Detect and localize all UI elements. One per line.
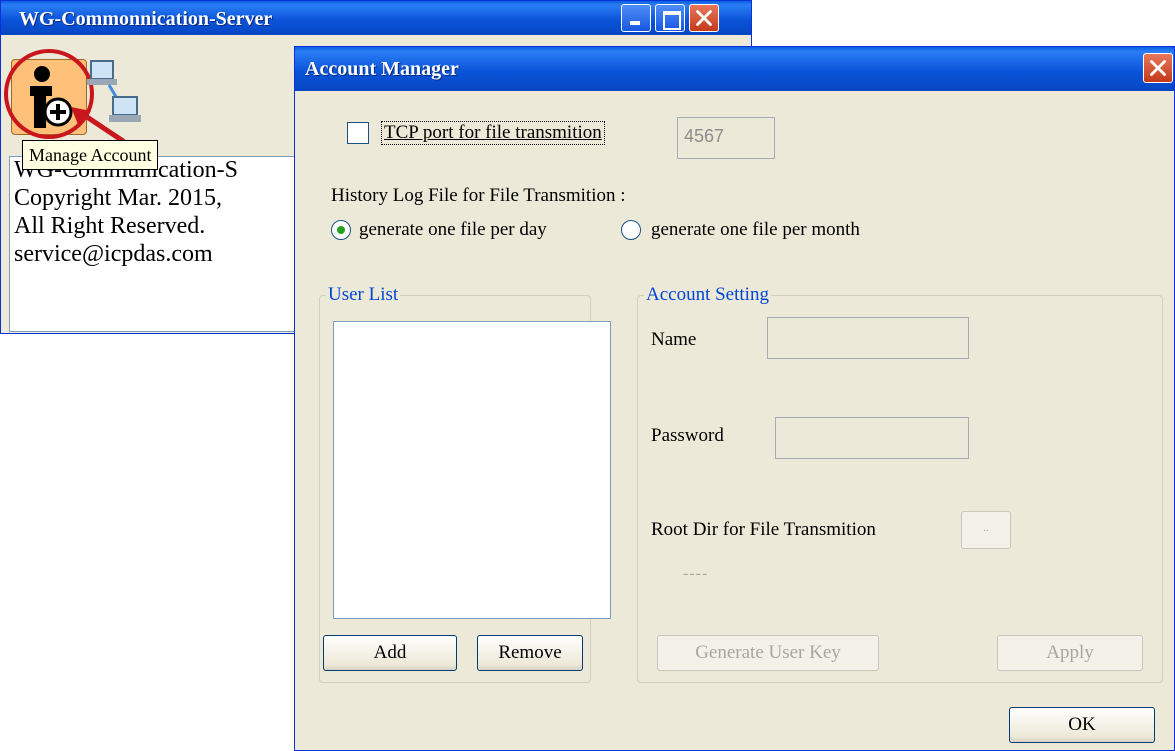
user-list-legend: User List <box>326 284 401 306</box>
dialog-titlebar[interactable]: Account Manager <box>295 47 1174 91</box>
radio-per-month[interactable] <box>621 220 641 240</box>
remove-button[interactable]: Remove <box>477 635 583 671</box>
apply-button[interactable]: Apply <box>997 635 1143 671</box>
name-label: Name <box>651 329 697 350</box>
info-line: Copyright Mar. 2015, <box>14 185 222 211</box>
tcp-port-input[interactable]: 4567 <box>677 117 775 159</box>
account-manager-dialog: Account Manager TCP port for file transm… <box>294 46 1175 751</box>
close-icon[interactable] <box>1143 53 1173 83</box>
main-window-title: WG-Commonnication-Server <box>19 8 273 30</box>
info-line: All Right Reserved. <box>14 213 206 239</box>
account-setting-legend: Account Setting <box>644 284 771 306</box>
ok-button[interactable]: OK <box>1009 707 1155 743</box>
radio-per-day-label[interactable]: generate one file per day <box>359 219 547 241</box>
close-icon[interactable] <box>689 4 719 32</box>
password-label: Password <box>651 425 724 446</box>
root-dir-label: Root Dir for File Transmition <box>651 519 876 540</box>
info-panel: WG-Communication-S Copyright Mar. 2015, … <box>9 156 297 332</box>
generate-user-key-button[interactable]: Generate User Key <box>657 635 879 671</box>
main-titlebar[interactable]: WG-Commonnication-Server <box>1 1 751 35</box>
dialog-title: Account Manager <box>305 58 459 80</box>
info-line: service@icpdas.com <box>14 241 213 267</box>
name-field[interactable] <box>767 317 969 359</box>
radio-per-month-label[interactable]: generate one file per month <box>651 219 860 241</box>
maximize-icon[interactable] <box>655 4 685 32</box>
radio-per-day[interactable] <box>331 220 351 240</box>
minimize-icon[interactable] <box>621 4 651 32</box>
manage-account-tooltip: Manage Account <box>22 140 159 170</box>
history-log-label: History Log File for File Transmition : <box>331 185 626 206</box>
root-dir-value: ---- <box>683 565 709 582</box>
arrow-pointer-icon <box>71 107 126 144</box>
browse-button[interactable]: .. <box>961 511 1011 549</box>
tcp-port-checkbox-label[interactable]: TCP port for file transmition <box>381 121 605 145</box>
user-list-box[interactable] <box>333 321 611 619</box>
tcp-port-checkbox[interactable] <box>347 122 369 144</box>
add-button[interactable]: Add <box>323 635 457 671</box>
password-field[interactable] <box>775 417 969 459</box>
